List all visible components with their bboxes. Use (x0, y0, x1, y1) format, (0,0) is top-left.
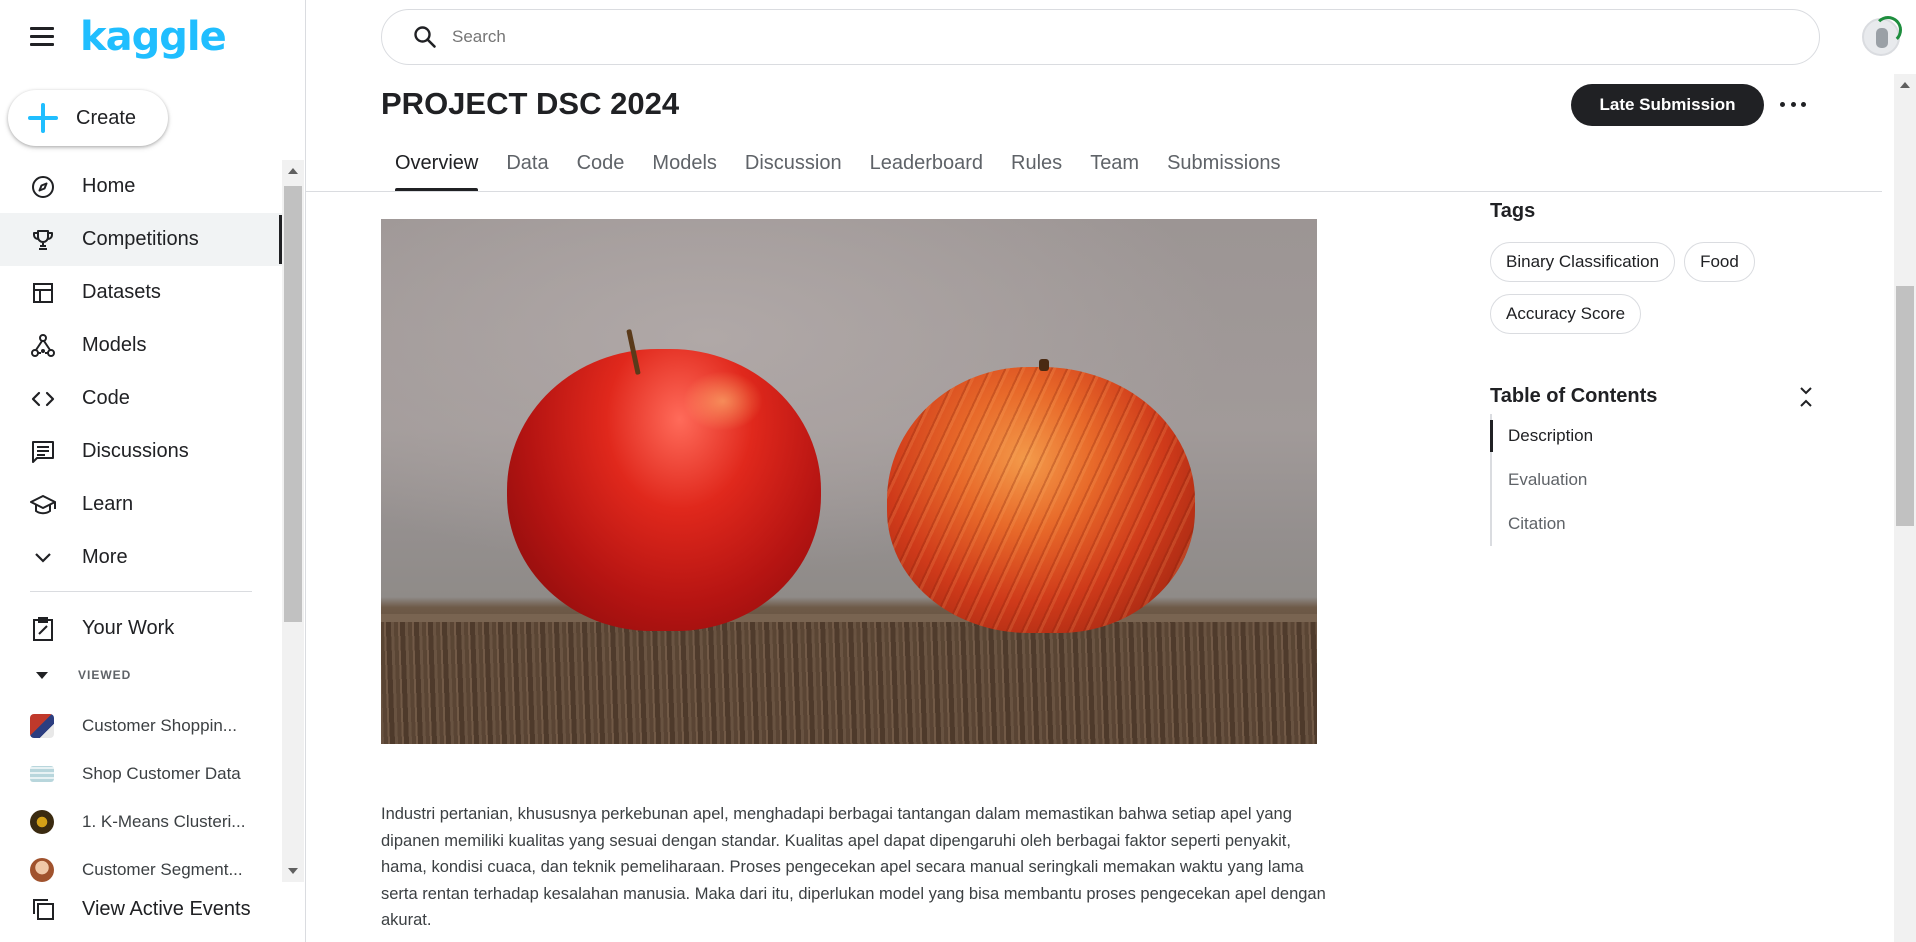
viewed-label: VIEWED (78, 668, 132, 682)
thumbnail (30, 858, 54, 882)
rotten-apple-image (887, 367, 1195, 633)
sidebar-item-label: Competitions (82, 228, 199, 250)
tabs-divider (306, 191, 1882, 192)
thumbnail (30, 714, 54, 738)
tab-leaderboard[interactable]: Leaderboard (856, 140, 997, 192)
sidebar-item-label: Discussions (82, 440, 189, 462)
scroll-up-icon[interactable] (1900, 82, 1910, 88)
avatar-figure (1876, 28, 1888, 48)
image-wooden-table (381, 614, 1317, 744)
school-icon (30, 492, 56, 518)
sidebar-item-label: More (82, 546, 128, 568)
sidebar-item-datasets[interactable]: Datasets (0, 266, 282, 319)
page-scrollbar[interactable] (1894, 74, 1916, 942)
kaggle-logo[interactable]: kaggle (80, 14, 227, 60)
tab-data[interactable]: Data (492, 140, 562, 192)
tab-rules[interactable]: Rules (997, 140, 1076, 192)
scroll-up-icon[interactable] (288, 168, 298, 174)
tag-chip[interactable]: Accuracy Score (1490, 294, 1642, 334)
sidebar-item-models[interactable]: Models (0, 319, 282, 372)
sidebar-item-home[interactable]: Home (0, 160, 282, 213)
tab-code[interactable]: Code (563, 140, 639, 192)
sidebar-item-code[interactable]: Code (0, 372, 282, 425)
sidebar-item-more[interactable]: More (0, 531, 282, 584)
menu-icon[interactable] (30, 27, 54, 47)
scrollbar-thumb[interactable] (284, 186, 302, 622)
models-icon (30, 333, 56, 359)
chevron-down-icon (30, 545, 56, 571)
toc-item-citation[interactable]: Citation (1492, 502, 1593, 546)
sidebar-item-label: Code (82, 387, 130, 409)
viewed-toggle[interactable]: VIEWED (30, 668, 131, 682)
thumbnail (30, 766, 54, 782)
tab-models[interactable]: Models (638, 140, 730, 192)
code-icon (30, 386, 56, 412)
sidebar-item-competitions[interactable]: Competitions (0, 213, 282, 266)
sidebar-item-label: Models (82, 334, 147, 356)
search-icon (412, 24, 438, 50)
search-input[interactable] (452, 27, 1752, 47)
sidebar-item-label: Home (82, 175, 136, 197)
sidebar-scrollbar[interactable] (282, 160, 304, 882)
create-label: Create (76, 106, 137, 129)
competition-header-image (381, 219, 1317, 744)
table-icon (30, 280, 56, 306)
tag-chip[interactable]: Food (1684, 242, 1755, 282)
tab-submissions[interactable]: Submissions (1153, 140, 1294, 192)
view-active-events[interactable]: View Active Events (30, 896, 251, 922)
tab-team[interactable]: Team (1076, 140, 1153, 192)
user-avatar[interactable] (1862, 16, 1902, 56)
sidebar-item-learn[interactable]: Learn (0, 478, 282, 531)
caret-down-icon (36, 671, 48, 679)
sidebar-divider (30, 591, 252, 592)
tab-discussion[interactable]: Discussion (731, 140, 856, 192)
sidebar-item-label: Datasets (82, 281, 161, 303)
copy-icon (30, 896, 56, 922)
viewed-list: Customer Shoppin... Shop Customer Data 1… (0, 702, 282, 894)
sidebar-item-label: Learn (82, 493, 134, 515)
viewed-item[interactable]: Shop Customer Data (0, 750, 282, 798)
scroll-down-icon[interactable] (288, 868, 298, 874)
tags-heading: Tags (1490, 200, 1536, 222)
toc-heading: Table of Contents (1490, 385, 1658, 407)
toc-item-description[interactable]: Description (1489, 414, 1593, 458)
thumbnail (30, 810, 54, 834)
apple-stem (1039, 359, 1049, 371)
description-text: Industri pertanian, khususnya perkebunan… (381, 805, 1326, 929)
late-submission-button[interactable]: Late Submission (1571, 84, 1764, 126)
tab-overview[interactable]: Overview (381, 140, 492, 192)
sidebar-item-your-work[interactable]: Your Work (0, 602, 282, 655)
toc-item-evaluation[interactable]: Evaluation (1492, 458, 1593, 502)
clipboard-edit-icon (30, 616, 56, 642)
viewed-item[interactable]: Customer Shoppin... (0, 702, 282, 750)
trophy-icon (30, 227, 56, 253)
viewed-item[interactable]: 1. K-Means Clusteri... (0, 798, 282, 846)
view-active-events-label: View Active Events (82, 897, 251, 920)
collapse-icon[interactable] (1796, 385, 1816, 409)
scrollbar-thumb[interactable] (1896, 286, 1914, 526)
viewed-item-label: Shop Customer Data (82, 764, 241, 783)
viewed-item-label: Customer Segment... (82, 860, 243, 879)
search-bar[interactable] (381, 9, 1820, 65)
tag-chip[interactable]: Binary Classification (1490, 242, 1676, 282)
viewed-item-label: 1. K-Means Clusteri... (82, 812, 246, 831)
toc-list: Description Evaluation Citation (1489, 414, 1593, 546)
tag-list: Binary Classification Food Accuracy Scor… (1490, 242, 1820, 334)
plus-icon (28, 103, 58, 133)
comment-icon (30, 439, 56, 465)
sidebar-item-discussions[interactable]: Discussions (0, 425, 282, 478)
viewed-item[interactable]: Customer Segment... (0, 846, 282, 894)
sidebar-nav: Home Competitions Datasets Models Code D… (0, 160, 282, 584)
competition-tabs: Overview Data Code Models Discussion Lea… (381, 140, 1294, 192)
create-button[interactable]: Create (8, 90, 168, 146)
kaggle-app: kaggle Create Home Competitions Datasets… (0, 0, 1916, 942)
fresh-apple-image (507, 349, 821, 631)
viewed-item-label: Customer Shoppin... (82, 716, 237, 735)
page-title: PROJECT DSC 2024 (381, 86, 680, 121)
sidebar: kaggle Create Home Competitions Datasets… (0, 0, 306, 942)
sidebar-item-label: Your Work (82, 617, 175, 639)
more-options-icon[interactable] (1780, 92, 1806, 116)
compass-icon (30, 174, 56, 200)
